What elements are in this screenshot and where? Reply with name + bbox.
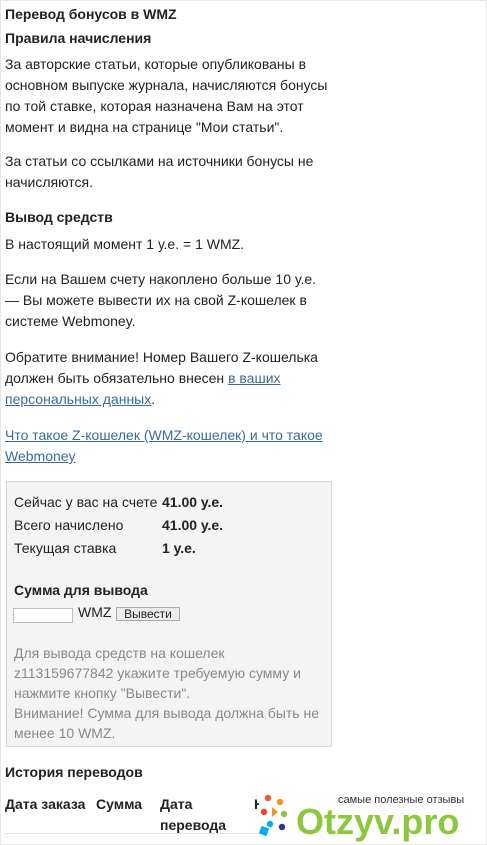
withdraw-button[interactable]: Вывести (116, 607, 180, 621)
personal-data-link-part2[interactable]: персональных данных (5, 391, 151, 407)
rate-value: 1 у.е. (162, 540, 196, 556)
rate-line: В настоящий момент 1 у.е. = 1 WMZ. (5, 236, 245, 252)
balance-row-total: Всего начислено 41.00 у.е. (14, 515, 223, 535)
limit-line3: системе Webmoney. (5, 313, 136, 329)
note-line4: Внимание! Сумма для вывода должна быть н… (14, 705, 319, 721)
attention-line2: должен быть обязательно внесен в ваших (5, 368, 281, 389)
amount-input[interactable] (13, 608, 73, 623)
faq-link-line1: Что такое Z-кошелек (WMZ-кошелек) и что … (5, 425, 323, 446)
rules-para1-line2: основном выпуске журнала, начисляются бо… (5, 77, 328, 93)
withdraw-note: Для вывода средств на кошелек z113159677… (14, 643, 326, 743)
history-divider (4, 833, 259, 834)
rules-para1-line1: За авторские статьи, которые опубликован… (5, 56, 307, 72)
page-title: Перевод бонусов в WMZ (5, 6, 177, 22)
faq-link-line2: Webmoney (5, 446, 76, 467)
rules-para1-line4: момент и видна на странице "Мои статьи". (5, 119, 284, 135)
rate-label: Текущая ставка (14, 540, 117, 556)
rules-para2-line1: За статьи со ссылками на источники бонус… (5, 153, 314, 169)
personal-data-link-part1[interactable]: в ваших (228, 370, 280, 386)
faq-link-part2[interactable]: Webmoney (5, 448, 76, 464)
otzyv-watermark: самые полезные отзывы Otzyv.pro (256, 790, 484, 842)
col-transfer-date: Дата перевода (160, 796, 227, 833)
rules-title: Правила начисления (5, 30, 152, 46)
note-line2: z113159677842 укажите требуемую сумму и (14, 665, 301, 681)
balance-label: Сейчас у вас на счете (14, 494, 158, 510)
currency-label: WMZ (78, 604, 112, 620)
total-value: 41.00 у.е. (162, 517, 224, 533)
rules-para1-line3: по той ставке, которая назначена Вам на … (5, 98, 304, 114)
attention-line3: персональных данных. (5, 389, 155, 410)
balance-value: 41.00 у.е. (162, 494, 224, 510)
otzyv-logo-icon: самые полезные отзывы Otzyv.pro (258, 794, 464, 842)
balance-row-current: Сейчас у вас на счете 41.00 у.е. (14, 492, 223, 512)
attention-line1: Обратите внимание! Номер Вашего Z-кошель… (5, 349, 318, 365)
balance-row-rate: Текущая ставка 1 у.е. (14, 538, 196, 558)
attention-suffix: . (151, 391, 156, 407)
sum-title: Сумма для вывода (14, 582, 148, 598)
note-line3: нажмите кнопку "Вывести". (14, 685, 191, 701)
limit-line1: Если на Вашем счету накоплено больше 10 … (5, 271, 317, 287)
col-amount: Сумма (96, 796, 143, 812)
faq-link-part1[interactable]: Что такое Z-кошелек (WMZ-кошелек) и что … (5, 427, 323, 443)
note-line5: менее 10 WMZ. (14, 725, 116, 741)
attention-line2-prefix: должен быть обязательно внесен (5, 370, 229, 386)
balance-panel: Сейчас у вас на счете 41.00 у.е. Всего н… (6, 481, 332, 747)
limit-line2: — Вы можете вывести их на свой Z-кошелек… (5, 292, 307, 308)
withdraw-title: Вывод средств (5, 209, 113, 225)
note-line1: Для вывода средств на кошелек (14, 645, 225, 661)
watermark-brand: Otzyv.pro (296, 801, 459, 842)
col-order-date: Дата заказа (5, 796, 86, 812)
total-label: Всего начислено (14, 517, 124, 533)
history-title: История переводов (5, 764, 143, 780)
rules-para2-line2: начисляются. (5, 174, 93, 190)
